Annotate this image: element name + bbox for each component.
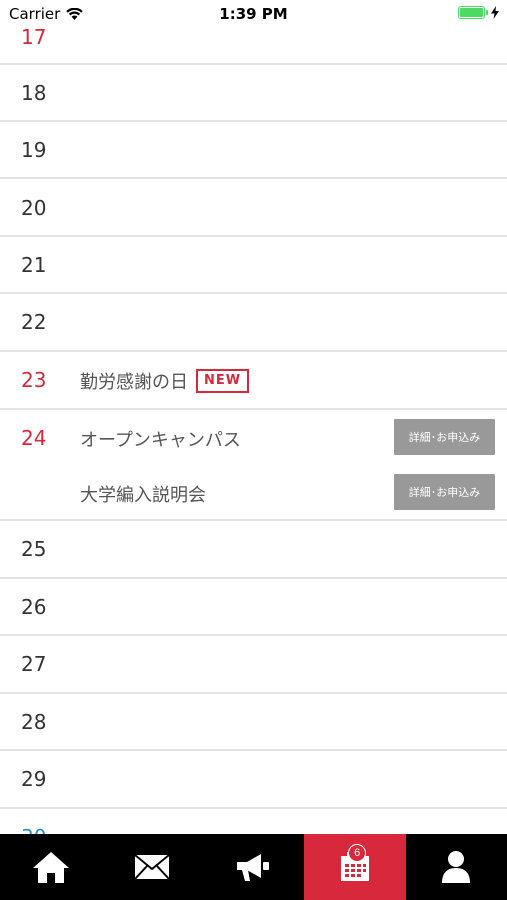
day-row-18: 18 <box>0 65 507 122</box>
day-number: 18 <box>21 81 47 105</box>
day-row-29: 29 <box>0 751 507 809</box>
day-row-30: 30 <box>0 809 507 834</box>
day-row-25: 25 <box>0 521 507 579</box>
day-row-24: 24 オープンキャンパス 詳細･お申込み 大学編入説明会 詳細･お申込み <box>0 410 507 521</box>
event-item[interactable]: 勤労感謝の日 NEW <box>80 368 250 394</box>
day-row-26: 26 <box>0 579 507 636</box>
tab-calendar[interactable]: 6 <box>304 834 406 900</box>
status-bar: Carrier 1:39 PM <box>0 0 507 28</box>
day-number: 24 <box>21 426 47 450</box>
tab-home[interactable] <box>0 834 101 900</box>
day-number: 17 <box>21 25 47 49</box>
tab-profile[interactable] <box>406 834 507 900</box>
charging-bolt-icon <box>491 6 499 19</box>
day-number: 27 <box>21 652 47 676</box>
day-number: 26 <box>21 595 47 619</box>
details-apply-button[interactable]: 詳細･お申込み <box>394 474 495 510</box>
day-row-23: 23 勤労感謝の日 NEW <box>0 352 507 410</box>
calendar-day-list[interactable]: 17 18 19 20 21 22 23 勤労感謝の日 NEW 24 オープンキ… <box>0 0 507 834</box>
person-icon <box>442 851 471 883</box>
day-number: 19 <box>21 138 47 162</box>
day-row-27: 27 <box>0 636 507 694</box>
day-number: 28 <box>21 710 47 734</box>
tab-bar: 6 <box>0 834 507 900</box>
tab-announcements[interactable] <box>203 834 304 900</box>
day-number: 30 <box>21 825 46 834</box>
day-number: 25 <box>21 537 47 561</box>
mail-icon <box>134 854 170 880</box>
new-badge: NEW <box>196 369 250 393</box>
battery-icon <box>458 6 499 19</box>
status-time: 1:39 PM <box>219 5 288 23</box>
home-icon <box>32 852 69 883</box>
day-number: 22 <box>21 310 47 334</box>
event-title: 大学編入説明会 <box>80 485 206 506</box>
event-item[interactable]: 大学編入説明会 <box>80 481 206 507</box>
day-number: 21 <box>21 253 47 277</box>
day-number: 23 <box>21 368 47 392</box>
details-apply-button[interactable]: 詳細･お申込み <box>394 419 495 455</box>
day-row-19: 19 <box>0 122 507 179</box>
tab-mail[interactable] <box>101 834 202 900</box>
megaphone-icon <box>237 854 270 881</box>
event-title: 勤労感謝の日 <box>80 372 188 393</box>
day-row-22: 22 <box>0 294 507 352</box>
day-number: 20 <box>21 196 47 220</box>
day-number: 29 <box>21 767 47 791</box>
day-row-20: 20 <box>0 179 507 237</box>
event-title: オープンキャンパス <box>80 430 241 451</box>
day-row-28: 28 <box>0 694 507 751</box>
day-row-21: 21 <box>0 237 507 294</box>
event-item[interactable]: オープンキャンパス <box>80 426 241 452</box>
